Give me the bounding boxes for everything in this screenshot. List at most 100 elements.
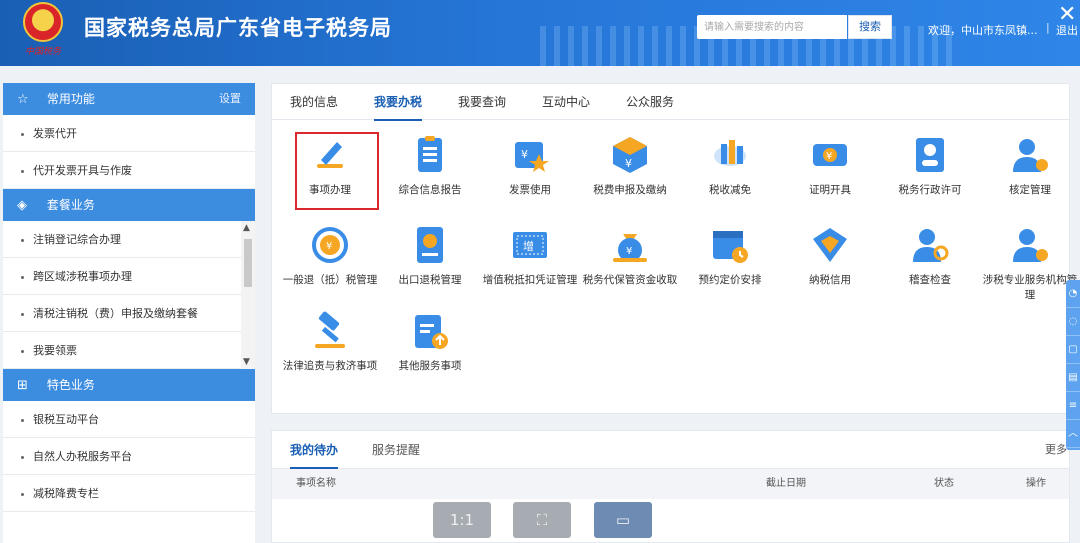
sidebar-item-label: 注销登记综合办理 xyxy=(33,233,121,246)
service-tile[interactable]: ¥ 一般退（抵）税管理 xyxy=(280,224,380,288)
user-search-icon xyxy=(913,229,949,262)
invoice-star-icon: ¥ xyxy=(515,142,549,172)
sidebar-item-label: 清税注销税（费）申报及缴纳套餐 xyxy=(33,307,198,320)
sidebar-scrollbar[interactable]: ▲ ▼ xyxy=(241,221,255,369)
main-tabs: 我的信息 我要办税 我要查询 互动中心 公众服务 xyxy=(272,84,1069,121)
bullet-dot xyxy=(21,169,24,173)
sidebar-item-label: 减税降费专栏 xyxy=(33,487,99,500)
service-tile[interactable]: 税务行政许可 xyxy=(880,134,980,198)
sidebar-item-label: 我要领票 xyxy=(33,344,77,357)
sidebar: ☆ 常用功能 设置 发票代开 代开发票开具与作废 ◈ 套餐业务 注销登记综合办理… xyxy=(3,83,255,543)
brand-text: 中国税务 xyxy=(24,47,61,57)
fit-screen-button[interactable]: ⛶ xyxy=(513,502,571,538)
toolbar-up-icon[interactable]: ︿ xyxy=(1066,420,1080,448)
service-tile[interactable]: 纳税信用 xyxy=(780,224,880,288)
user-gear-icon xyxy=(1013,139,1048,172)
toolbar-chat-icon[interactable]: ◔ xyxy=(1066,280,1080,308)
service-tile[interactable]: ¥ 发票使用 xyxy=(480,134,580,198)
sidebar-item[interactable]: 跨区域涉税事项办理 xyxy=(3,258,255,295)
service-tile[interactable]: 事项办理 xyxy=(280,134,380,198)
user-settings-icon xyxy=(1013,229,1048,262)
id-card-icon xyxy=(916,138,944,172)
sidebar-item-label: 跨区域涉税事项办理 xyxy=(33,270,132,283)
service-tile[interactable]: 其他服务事项 xyxy=(380,310,480,374)
document-list-icon xyxy=(418,136,442,172)
sidebar-item[interactable]: 我要领票 xyxy=(3,332,255,369)
sidebar-item[interactable]: 减税降费专栏 xyxy=(3,475,255,512)
settings-link[interactable]: 设置 xyxy=(219,83,241,115)
service-tile-label: 税务行政许可 xyxy=(898,184,962,196)
toolbar-doc-icon[interactable]: ▢ xyxy=(1066,336,1080,364)
svg-text:增: 增 xyxy=(523,239,534,253)
gavel-icon xyxy=(315,311,345,348)
svg-text:¥: ¥ xyxy=(625,157,632,170)
svg-text:¥: ¥ xyxy=(326,241,332,252)
service-tile[interactable]: 预约定价安排 xyxy=(680,224,780,288)
layers-icon: ◈ xyxy=(17,198,27,213)
site-title: 国家税务总局广东省电子税务局 xyxy=(84,16,392,40)
todo-table-header: 事项名称 截止日期 状态 操作 xyxy=(272,469,1069,499)
service-tile[interactable]: ¥ 税务代保管资金收取 xyxy=(580,224,680,288)
actual-size-button[interactable]: 1:1 xyxy=(433,502,491,538)
toolbar-feedback-icon[interactable]: ◌ xyxy=(1066,308,1080,336)
service-tile[interactable]: ¥ 税费申报及缴纳 xyxy=(580,134,680,198)
sidebar-section-title: 特色业务 xyxy=(46,378,95,392)
tax-emblem-logo: 中国税务 xyxy=(14,2,72,58)
tab-service-reminder[interactable]: 服务提醒 xyxy=(372,431,420,469)
bullet-dot xyxy=(21,455,24,459)
tab-my-todo[interactable]: 我的待办 xyxy=(290,431,339,469)
service-tile[interactable]: 出口退税管理 xyxy=(380,224,480,288)
service-tile[interactable]: 增增值税抵扣凭证管理 xyxy=(480,224,580,288)
tab-public-service[interactable]: 公众服务 xyxy=(626,84,674,120)
column-header: 截止日期 xyxy=(766,478,806,489)
sidebar-section-featured[interactable]: ⊞ 特色业务 xyxy=(3,369,255,401)
sidebar-item[interactable]: 银税互动平台 xyxy=(3,401,255,438)
service-tile-label: 税费申报及缴纳 xyxy=(593,184,667,196)
service-tile-label: 其他服务事项 xyxy=(398,360,462,372)
column-header: 事项名称 xyxy=(296,478,336,489)
close-icon[interactable]: ✕ xyxy=(1058,2,1076,27)
bullet-dot xyxy=(21,238,24,242)
clipboard-upload-icon xyxy=(415,315,448,349)
sidebar-item-label: 银税互动平台 xyxy=(33,413,99,426)
svg-text:¥: ¥ xyxy=(826,151,832,162)
service-tile[interactable]: 法律追责与救济事项 xyxy=(280,310,380,374)
sidebar-item[interactable]: 注销登记综合办理 xyxy=(3,221,255,258)
sidebar-item[interactable]: 自然人办税服务平台 xyxy=(3,438,255,475)
emblem-circle xyxy=(23,2,63,42)
welcome-user-text: 欢迎，中山市东凤镇... xyxy=(928,24,1038,37)
sidebar-item-label: 自然人办税服务平台 xyxy=(33,450,132,463)
service-tile-label: 税收减免 xyxy=(709,184,751,196)
tab-my-info[interactable]: 我的信息 xyxy=(290,84,338,120)
service-tile[interactable]: 综合信息报告 xyxy=(380,134,480,198)
service-tile[interactable]: 核定管理 xyxy=(980,134,1080,198)
search-input[interactable] xyxy=(697,15,847,39)
service-tile-label: 法律追责与救济事项 xyxy=(282,360,378,372)
service-tile[interactable]: 税收减免 xyxy=(680,134,780,198)
svg-text:¥: ¥ xyxy=(626,246,632,257)
service-tile[interactable]: 稽查检查 xyxy=(880,224,980,288)
tab-handle-tax[interactable]: 我要办税 xyxy=(374,84,423,121)
sidebar-section-package[interactable]: ◈ 套餐业务 xyxy=(3,189,255,221)
search-button[interactable]: 搜索 xyxy=(848,15,892,39)
service-tile[interactable]: 涉税专业服务机构管理 xyxy=(980,224,1080,303)
grid-icon: ⊞ xyxy=(17,378,28,393)
service-tile-label: 预约定价安排 xyxy=(698,274,762,286)
column-header: 操作 xyxy=(1026,478,1046,489)
todo-panel: 我的待办 服务提醒 更多 事项名称 截止日期 状态 操作 xyxy=(271,430,1070,543)
scroll-down-icon[interactable]: ▼ xyxy=(243,357,250,367)
service-tile[interactable]: ¥ 证明开具 xyxy=(780,134,880,198)
tab-interaction-center[interactable]: 互动中心 xyxy=(542,84,590,120)
sidebar-item[interactable]: 发票代开 xyxy=(3,115,255,152)
sidebar-item[interactable]: 清税注销税（费）申报及缴纳套餐 xyxy=(3,295,255,332)
scroll-up-icon[interactable]: ▲ xyxy=(243,223,250,233)
toolbar-notes-icon[interactable]: ≡ xyxy=(1066,392,1080,420)
calendar-clock-icon xyxy=(713,231,748,263)
sidebar-section-common[interactable]: ☆ 常用功能 设置 xyxy=(3,83,255,115)
screen-mode-button[interactable]: ▭ xyxy=(594,502,652,538)
bullet-dot xyxy=(21,275,24,279)
toolbar-list-icon[interactable]: ▤ xyxy=(1066,364,1080,392)
scrollbar-thumb[interactable] xyxy=(244,239,252,287)
tab-query[interactable]: 我要查询 xyxy=(458,84,506,120)
sidebar-item[interactable]: 代开发票开具与作废 xyxy=(3,152,255,189)
